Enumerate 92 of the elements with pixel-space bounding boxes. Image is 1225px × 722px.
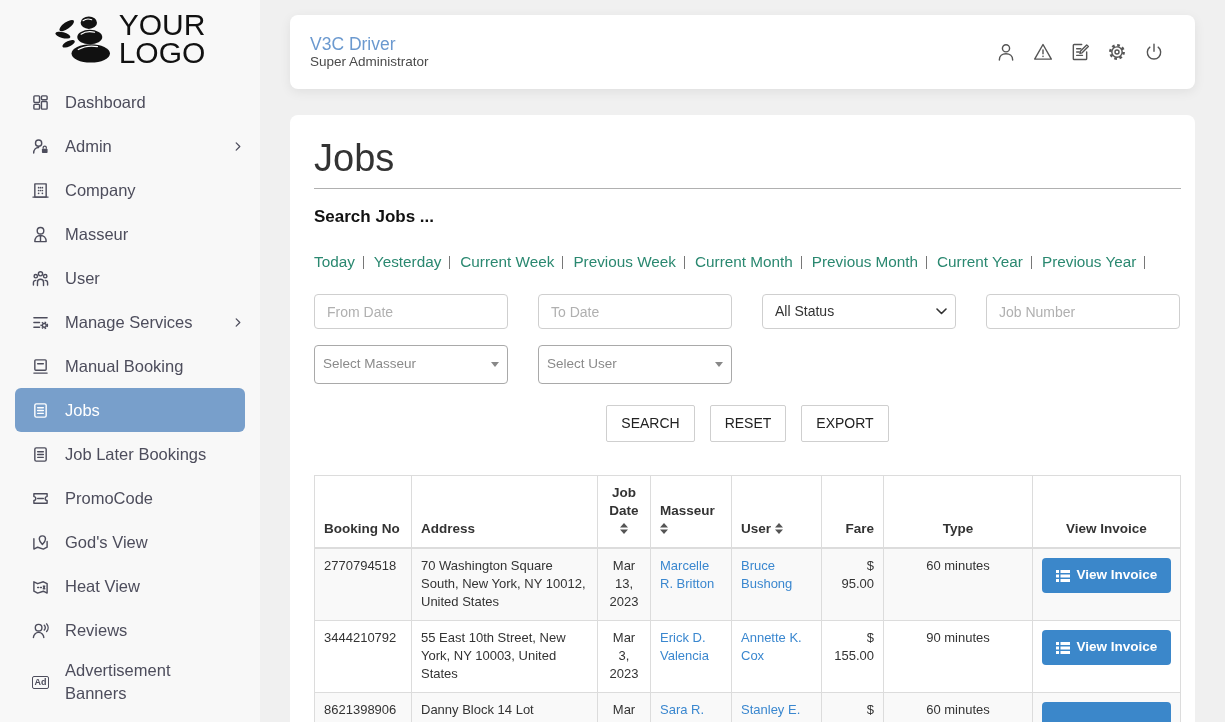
sidebar-item[interactable]: Dashboard [15, 80, 245, 124]
table-cell: 8621398906 [314, 692, 412, 722]
export-button[interactable]: EXPORT [801, 405, 889, 442]
edit-icon[interactable] [1070, 42, 1090, 62]
dropdown-field[interactable]: All Status [762, 294, 956, 329]
table-cell: Mar [597, 692, 651, 722]
view-invoice-button[interactable]: View Invoice [1042, 630, 1171, 665]
combo-field[interactable]: Select Masseur [314, 345, 508, 384]
view-invoice-button[interactable]: View Invoice [1042, 558, 1171, 593]
settings-icon[interactable] [1107, 42, 1127, 62]
quick-filter-link[interactable]: Current Week [460, 252, 555, 272]
sidebar-item[interactable]: Admin [15, 124, 245, 168]
input-field[interactable]: To Date [538, 294, 732, 329]
quick-filter-link[interactable]: Previous Week [573, 252, 676, 272]
sidebar-item[interactable]: Jobs [15, 388, 245, 432]
person-icon [32, 225, 49, 243]
power-icon[interactable] [1144, 42, 1164, 62]
combo-field[interactable]: Select User [538, 345, 732, 384]
table-cell: 90 minutes [883, 620, 1033, 693]
input-field[interactable]: Job Number [986, 294, 1180, 329]
column-header: Type [942, 521, 974, 536]
masseur-link[interactable]: Sara R. [660, 701, 705, 719]
user-link[interactable]: Annette K. Cox [741, 629, 812, 665]
masseur-link[interactable]: Erick D. Valencia [660, 629, 722, 665]
table-cell: 3444210792 [314, 620, 412, 693]
quick-filter-link[interactable]: Current Month [695, 252, 793, 272]
column-header: Job Date [609, 485, 639, 518]
ad-icon-label: Ad [32, 675, 49, 689]
table-cell: 60 minutes [883, 692, 1033, 722]
page-title: Jobs [314, 136, 395, 181]
table-cell: 70 Washington Square South, New York, NY 10012, United States [411, 548, 598, 621]
user-role: Super Administrator [310, 54, 429, 70]
logo-icon [54, 14, 113, 64]
search-heading: Search Jobs ... [314, 206, 434, 228]
quick-filter-link[interactable]: Previous Year [1041, 252, 1137, 272]
sidebar-item[interactable]: PromoCode [15, 476, 245, 520]
user-lock-icon [32, 137, 49, 155]
person-voice-icon [32, 621, 49, 639]
quick-filter-link[interactable]: Today [314, 252, 355, 272]
sidebar-item[interactable]: God's View [15, 520, 245, 564]
user-link[interactable]: Bruce Bushong [741, 557, 812, 593]
sidebar-item[interactable]: Reviews [15, 608, 245, 652]
masseur-link[interactable]: Marcelle R. Britton [660, 557, 722, 593]
input-field[interactable]: From Date [314, 294, 508, 329]
sidebar-item[interactable]: Masseur [15, 212, 245, 256]
sort-icon[interactable] [774, 523, 783, 534]
column-header: User [741, 521, 772, 536]
table-cell: $ 95.00 [821, 548, 884, 621]
caret-down-icon [715, 362, 723, 367]
column-header: Address [421, 521, 476, 536]
column-header: Booking No [324, 521, 400, 536]
sort-icon[interactable] [660, 523, 668, 534]
group-icon [32, 269, 49, 287]
map-pin-icon [32, 533, 49, 551]
list-icon [1055, 569, 1070, 582]
dashboard-icon [32, 93, 49, 111]
table-cell: $ [821, 692, 884, 722]
column-header: Masseur [660, 503, 715, 518]
table-cell: Mar 3, 2023 [597, 620, 651, 693]
quick-filter-link[interactable]: Yesterday [373, 252, 442, 272]
sidebar-item[interactable]: User [15, 256, 245, 300]
table-cell: 2770794518 [314, 548, 412, 621]
sidebar-item[interactable]: Company [15, 168, 245, 212]
chevron-down-icon [936, 308, 947, 315]
table-cell: 60 minutes [883, 548, 1033, 621]
table-cell: 55 East 10th Street, New York, NY 10003, United States [411, 620, 598, 693]
logo-text: YOUR LOGO [118, 11, 206, 67]
table-cell: Danny Block 14 Lot [411, 692, 598, 722]
sidebar-item[interactable]: Heat View [15, 564, 245, 608]
table-cell: Mar 13, 2023 [597, 548, 651, 621]
table-cell: $ 155.00 [821, 620, 884, 693]
column-header: View Invoice [1066, 521, 1147, 536]
warning-icon[interactable] [1033, 42, 1053, 62]
reset-button[interactable]: RESET [709, 405, 787, 442]
sidebar-item[interactable]: Job Later Bookings [15, 432, 245, 476]
building-icon [32, 181, 49, 199]
user-link[interactable]: Stanley E. [741, 701, 801, 719]
column-header: Fare [845, 521, 874, 536]
laptop-icon [32, 357, 49, 375]
sidebar-item[interactable]: Manual Booking [15, 344, 245, 388]
user-icon[interactable] [996, 42, 1016, 62]
quick-filter-link[interactable]: Previous Month [811, 252, 919, 272]
sort-icon[interactable] [620, 523, 628, 534]
document-icon [32, 401, 49, 419]
sidebar-item[interactable]: Ad Advertisement Banners [15, 652, 245, 712]
list-icon [1055, 641, 1070, 654]
search-button[interactable]: SEARCH [606, 405, 695, 442]
quick-filter-link[interactable]: Current Year [937, 252, 1023, 272]
document-icon [32, 445, 49, 463]
caret-down-icon [491, 362, 499, 367]
sidebar-item[interactable]: Manage Services [15, 300, 245, 344]
app-title: V3C Driver [310, 34, 397, 54]
